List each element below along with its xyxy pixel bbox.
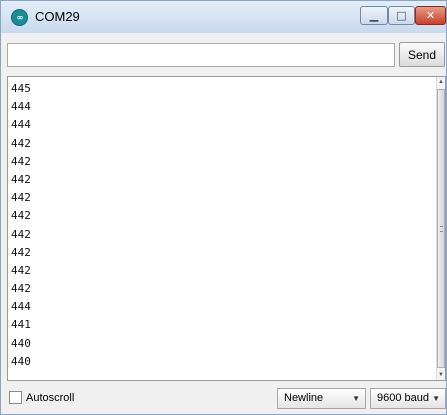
baud-rate-select[interactable]: 9600 baud ▼ bbox=[370, 388, 446, 409]
output-lines: 445 444 444 442 442 442 442 442 442 442 442 442 444 4… bbox=[11, 80, 31, 371]
window-title: COM29 bbox=[35, 9, 80, 24]
footer-bar: Autoscroll Newline ▼ 9600 baud ▼ bbox=[1, 383, 446, 414]
output-line: 440 bbox=[11, 336, 31, 350]
output-line: 442 bbox=[11, 172, 31, 186]
baud-rate-value: 9600 baud bbox=[377, 392, 429, 404]
minimize-button[interactable]: ▁ bbox=[360, 6, 388, 25]
output-line: 444 bbox=[11, 118, 31, 132]
output-line: 442 bbox=[11, 191, 31, 205]
chevron-down-icon: ▼ bbox=[432, 394, 440, 403]
maximize-button[interactable]: □ bbox=[388, 6, 415, 25]
line-ending-select[interactable]: Newline ▼ bbox=[277, 388, 366, 409]
send-button[interactable]: Send bbox=[399, 42, 445, 67]
output-line: 442 bbox=[11, 154, 31, 168]
serial-input[interactable] bbox=[7, 43, 395, 67]
close-button[interactable]: ✕ bbox=[415, 6, 446, 25]
output-line: 442 bbox=[11, 227, 31, 241]
output-line: 440 bbox=[11, 354, 31, 368]
output-line: 442 bbox=[11, 282, 31, 296]
scroll-down-icon[interactable]: ▼ bbox=[437, 370, 445, 380]
output-line: 444 bbox=[11, 100, 31, 114]
line-ending-value: Newline bbox=[284, 392, 324, 404]
vertical-scrollbar[interactable]: ▲ ▼ bbox=[436, 77, 445, 380]
output-line: 444 bbox=[11, 300, 31, 314]
output-line: 441 bbox=[11, 318, 31, 332]
serial-output[interactable]: 445 444 444 442 442 442 442 442 442 442 442 442 444 4… bbox=[7, 76, 446, 381]
scrollbar-thumb[interactable] bbox=[437, 89, 445, 368]
title-bar[interactable]: ∞ COM29 ▁ □ ✕ bbox=[1, 1, 446, 33]
output-line: 445 bbox=[11, 82, 31, 95]
serial-monitor-window: ∞ COM29 ▁ □ ✕ Send 445 444 444 442 442 442 442… bbox=[0, 0, 447, 415]
send-bar: Send bbox=[1, 33, 446, 72]
output-line: 442 bbox=[11, 263, 31, 277]
output-line: 442 bbox=[11, 209, 31, 223]
scroll-up-icon[interactable]: ▲ bbox=[437, 77, 445, 87]
autoscroll-label: Autoscroll bbox=[26, 392, 75, 404]
output-line: 442 bbox=[11, 136, 31, 150]
chevron-down-icon: ▼ bbox=[352, 394, 360, 403]
output-line: 442 bbox=[11, 245, 31, 259]
grip-icon bbox=[440, 226, 443, 232]
arduino-icon: ∞ bbox=[11, 9, 28, 26]
autoscroll-checkbox[interactable] bbox=[9, 391, 22, 404]
